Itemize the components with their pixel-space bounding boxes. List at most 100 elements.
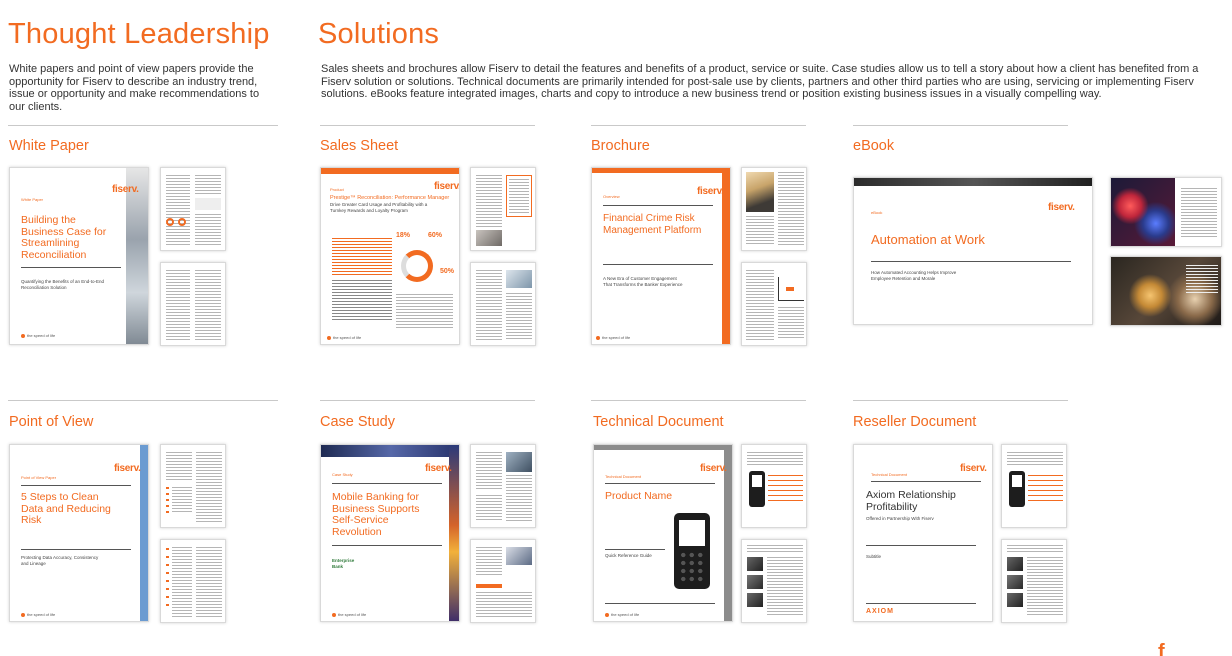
fiserv-logo: fiserv. xyxy=(1048,202,1075,213)
document-tag: Technical Document xyxy=(871,472,908,477)
text-block xyxy=(778,307,804,340)
fiserv-logo: fiserv. xyxy=(700,463,727,474)
text-block xyxy=(196,547,222,617)
case-study-label: Case Study xyxy=(320,414,395,430)
fiserv-logo: fiserv. xyxy=(425,463,452,474)
app-screenshot xyxy=(506,547,532,565)
document-title: Mobile Banking for Business Supports Sel… xyxy=(332,491,420,538)
text-block xyxy=(476,270,502,340)
reseller-document-page-thumbnail[interactable] xyxy=(1001,444,1067,528)
callout-lines xyxy=(1028,475,1063,505)
divider xyxy=(853,400,1068,401)
terminal-screen xyxy=(1012,475,1022,487)
step-image xyxy=(1007,575,1023,589)
text-block xyxy=(195,214,221,246)
reseller-document-cover[interactable]: fiserv. Technical Document Axiom Relatio… xyxy=(853,444,993,622)
document-footer: the speed of life xyxy=(21,612,55,617)
text-block xyxy=(747,545,803,553)
header-image xyxy=(321,445,459,457)
text-block xyxy=(746,216,774,246)
fiserv-logo: fiserv. xyxy=(112,184,139,195)
city-lights-photo xyxy=(1111,178,1175,246)
title-divider xyxy=(866,545,976,546)
document-title: Prestige™ Reconciliation: Performance Ma… xyxy=(330,195,450,201)
white-paper-page-thumbnail[interactable] xyxy=(160,167,226,251)
document-title: Financial Crime Risk Management Platform xyxy=(603,213,702,236)
document-subtitle: How Automated Accounting Helps Improve E… xyxy=(871,270,957,281)
point-of-view-label: Point of View xyxy=(9,414,94,430)
terminal-thumb xyxy=(1009,471,1025,507)
case-study-page-thumbnail[interactable] xyxy=(470,539,536,623)
point-of-view-page-thumbnail[interactable] xyxy=(160,539,226,623)
ebook-cover[interactable]: fiserv. eBook Automation at Work How Aut… xyxy=(853,177,1093,325)
sales-sheet-label: Sales Sheet xyxy=(320,138,399,154)
title-divider xyxy=(21,549,131,550)
diagram-mark xyxy=(786,287,794,291)
text-block xyxy=(1186,265,1218,295)
text-block xyxy=(172,487,192,513)
brochure-page-thumbnail[interactable] xyxy=(741,262,807,346)
thought-leadership-title: Thought Leadership xyxy=(8,18,270,50)
text-block xyxy=(166,175,190,245)
document-subtitle: Drive Greater Card Usage and Profitabili… xyxy=(330,202,428,213)
point-of-view-page-thumbnail[interactable] xyxy=(160,444,226,528)
sales-sheet-cover[interactable]: fiserv. Product Prestige™ Reconciliation… xyxy=(320,167,460,345)
text-block xyxy=(1181,188,1217,238)
divider xyxy=(8,125,278,126)
step-image xyxy=(747,575,763,589)
document-tag: Product xyxy=(330,187,344,192)
white-paper-page-thumbnail[interactable] xyxy=(160,262,226,346)
document-footer: the speed of life xyxy=(596,335,630,340)
text-block xyxy=(476,547,502,577)
technical-document-page-thumbnail[interactable] xyxy=(741,539,807,623)
divider xyxy=(591,400,806,401)
text-block xyxy=(396,294,453,330)
brochure-page-thumbnail[interactable] xyxy=(741,167,807,251)
brochure-cover[interactable]: fiserv. Overview Financial Crime Risk Ma… xyxy=(591,167,731,345)
point-of-view-cover[interactable]: fiserv. Point of View Paper 5 Steps to C… xyxy=(9,444,149,622)
person-photo xyxy=(476,230,502,246)
divider xyxy=(853,125,1068,126)
text-block xyxy=(195,175,221,195)
divider xyxy=(320,125,535,126)
document-tag: Overview xyxy=(603,194,620,199)
sales-sheet-page-thumbnail[interactable] xyxy=(470,262,536,346)
title-divider xyxy=(866,603,976,604)
technical-document-page-thumbnail[interactable] xyxy=(741,444,807,528)
stat-value: 60% xyxy=(428,232,443,239)
fiserv-logo: fiserv. xyxy=(697,186,724,197)
divider xyxy=(591,125,806,126)
sales-sheet-page-thumbnail[interactable] xyxy=(470,167,536,251)
terminal-keypad xyxy=(679,551,705,583)
stat-ring xyxy=(178,218,186,226)
divider xyxy=(8,400,278,401)
text-block xyxy=(506,475,532,522)
title-divider xyxy=(332,483,442,484)
ebook-page-thumbnail[interactable] xyxy=(1110,256,1222,326)
document-footer: the speed of life xyxy=(327,335,361,340)
technical-document-cover[interactable]: fiserv. Technical Document Product Name … xyxy=(593,444,733,622)
case-study-page-thumbnail[interactable] xyxy=(470,444,536,528)
title-divider xyxy=(332,545,442,546)
case-study-cover[interactable]: fiserv. Case Study Mobile Banking for Bu… xyxy=(320,444,460,622)
title-divider xyxy=(21,267,121,268)
text-block xyxy=(1027,557,1063,617)
text-block xyxy=(746,270,774,340)
fiserv-logo: fiserv. xyxy=(960,463,987,474)
ebook-page-thumbnail[interactable] xyxy=(1110,177,1222,247)
document-subtitle: A New Era of Customer Engagement That Tr… xyxy=(603,276,683,287)
text-block xyxy=(506,293,532,340)
reseller-document-page-thumbnail[interactable] xyxy=(1001,539,1067,623)
step-list xyxy=(166,548,169,608)
text-block xyxy=(778,172,804,246)
payment-terminal-image xyxy=(674,513,710,589)
text-block xyxy=(172,547,192,617)
document-title: 5 Steps to Clean Data and Reducing Risk xyxy=(21,491,111,526)
text-block xyxy=(767,557,803,617)
document-tag: White Paper xyxy=(21,197,44,202)
white-paper-cover[interactable]: fiserv. White Paper Building the Busines… xyxy=(9,167,149,345)
top-accent-bar xyxy=(321,168,459,174)
stat-value: 18% xyxy=(396,232,411,239)
solutions-title: Solutions xyxy=(318,18,440,50)
title-divider xyxy=(603,264,713,265)
